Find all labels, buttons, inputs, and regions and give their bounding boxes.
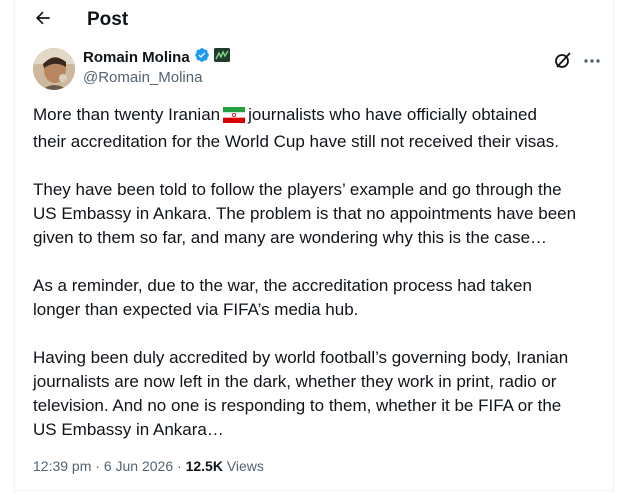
meta-separator: · [95, 458, 100, 474]
page-title: Post [87, 9, 129, 30]
post-header: Post [15, 0, 613, 40]
post-panel: Post Romain Molina @Romain_Molina More t… [14, 0, 614, 494]
verified-badge-icon [194, 47, 210, 68]
post-time[interactable]: 12:39 pm [33, 458, 91, 474]
arrow-left-icon [33, 8, 53, 33]
more-options-button[interactable] [581, 50, 603, 70]
avatar[interactable] [33, 48, 75, 90]
author-handle[interactable]: @Romain_Molina [83, 68, 202, 88]
iran-flag-icon [223, 106, 246, 130]
tweet-text: More than twenty Iranian journalists who … [33, 103, 613, 466]
more-dots-icon [583, 51, 601, 69]
post-date[interactable]: 6 Jun 2026 [104, 458, 173, 474]
tweet-paragraph-2: They have been told to follow the player… [33, 180, 577, 247]
post-meta: 12:39 pm · 6 Jun 2026 · 12.5K Views [33, 457, 264, 475]
grok-button[interactable] [553, 50, 573, 70]
tweet-paragraph-3: As a reminder, due to the war, the accre… [33, 276, 532, 319]
views-count[interactable]: 12.5K [186, 458, 223, 474]
back-button[interactable] [29, 6, 57, 34]
author-name-row: Romain Molina [83, 47, 230, 68]
divider [14, 490, 613, 491]
tweet-paragraph-4: Having been duly accredited by world foo… [33, 348, 569, 439]
tweet-paragraph-1: More than twenty Iranian journalists who … [33, 105, 559, 151]
grok-icon [553, 52, 573, 74]
views-label: Views [226, 458, 264, 474]
author-display-name[interactable]: Romain Molina [83, 48, 190, 68]
affiliate-badge-icon[interactable] [213, 48, 230, 67]
meta-separator: · [177, 458, 182, 474]
